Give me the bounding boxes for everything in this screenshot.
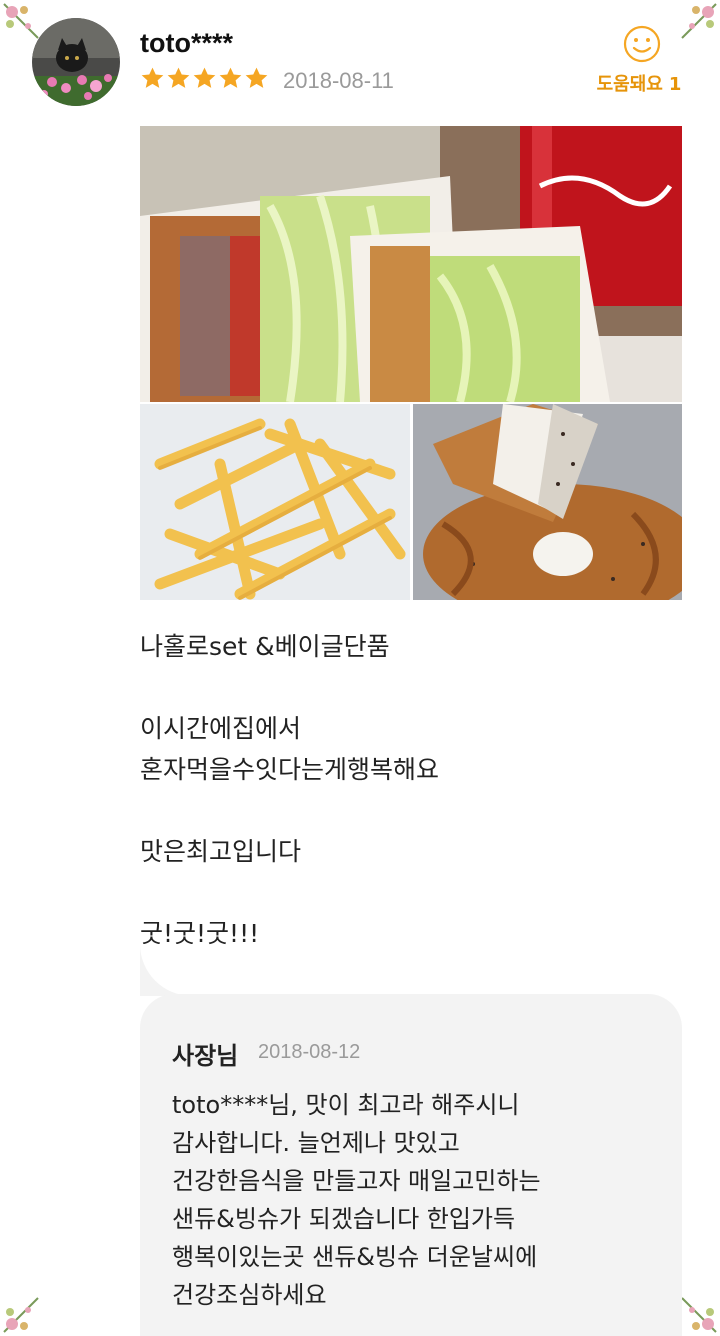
reply-line: 샌듀&빙슈가 되겠습니다 한입가득	[172, 1205, 516, 1233]
fries-photo[interactable]	[140, 404, 410, 600]
star-icon	[193, 67, 216, 88]
review-text: 나홀로set &베이글단품이시간에집에서혼자먹을수잇다는게행복해요맛은최고입니다…	[140, 626, 680, 954]
owner-reply-date: 2018-08-12	[258, 1041, 361, 1063]
corner-flower-icon	[3, 1297, 39, 1333]
owner-name: 사장님	[172, 1042, 239, 1070]
corner-flower-icon	[3, 3, 39, 39]
reply-line: 행복이있는곳 샌듀&빙슈 더운날씨에	[172, 1243, 538, 1271]
helpful-label: 도움돼요	[596, 74, 663, 95]
owner-reply-text: toto****님, 맛이 최고라 해주시니감사합니다. 늘언제나 맛있고건강한…	[172, 1086, 672, 1314]
star-icon	[141, 67, 164, 88]
corner-flower-icon	[681, 3, 717, 39]
helpful-button[interactable]: 도움돼요 1	[574, 24, 684, 104]
review-date: 2018-08-11	[283, 68, 394, 93]
smiley-icon	[623, 25, 661, 63]
reply-line: toto****님, 맛이 최고라 해주시니	[172, 1091, 520, 1119]
bagel-photo[interactable]	[413, 404, 682, 600]
star-icon	[167, 67, 190, 88]
avatar[interactable]	[32, 18, 120, 106]
helpful-count: 1	[668, 74, 682, 95]
star-icon	[245, 67, 268, 88]
reply-bubble-tail	[140, 944, 200, 996]
review-line: 굿!굿!굿!!!	[140, 919, 260, 948]
reply-line: 건강한음식을 만들고자 매일고민하는	[172, 1167, 541, 1195]
review-line: 나홀로set &베이글단품	[140, 632, 390, 661]
corner-flower-icon	[681, 1297, 717, 1333]
review-line: 이시간에집에서	[140, 714, 302, 743]
star-icon	[219, 67, 242, 88]
review-line: 혼자먹을수잇다는게행복해요	[140, 755, 440, 784]
review-line: 맛은최고입니다	[140, 837, 302, 866]
burger-photo[interactable]	[140, 126, 682, 402]
star-rating	[140, 66, 269, 96]
reviewer-name: toto****	[140, 28, 233, 58]
reply-line: 건강조심하세요	[172, 1281, 327, 1309]
owner-reply: 사장님 2018-08-12 toto****님, 맛이 최고라 해주시니감사합…	[140, 994, 682, 1336]
reply-line: 감사합니다. 늘언제나 맛있고	[172, 1129, 460, 1157]
